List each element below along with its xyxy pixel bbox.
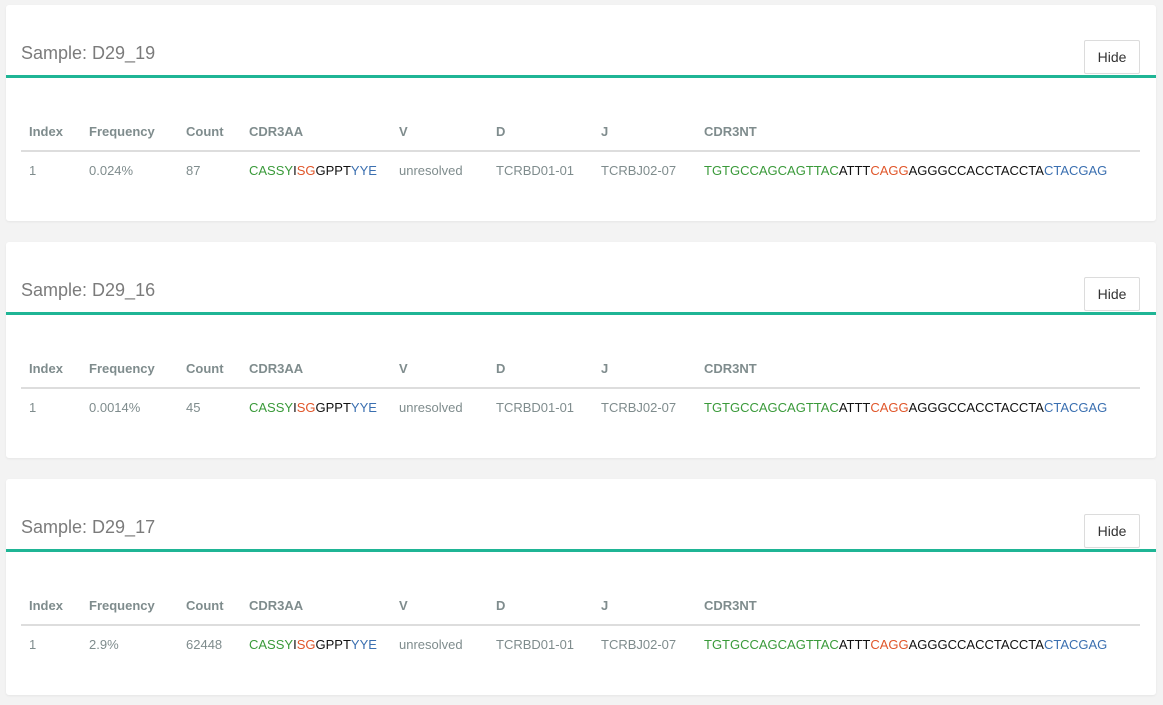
cell-cdr3aa: CASSYISGGPPTYYE bbox=[249, 389, 377, 426]
cell-d: TCRBD01-01 bbox=[496, 400, 575, 415]
sequence-segment-j: CTACGAG bbox=[1043, 163, 1108, 178]
sample-title: Sample: D29_16 bbox=[21, 280, 156, 300]
column-header-cdr3aa[interactable]: CDR3AA bbox=[249, 351, 303, 387]
column-header-frequency[interactable]: Frequency bbox=[89, 351, 155, 387]
column-header-d[interactable]: D bbox=[496, 588, 505, 624]
title-divider bbox=[6, 75, 1156, 78]
table-header-row: Index Frequency Count CDR3AA V D J CDR3N… bbox=[21, 588, 1140, 626]
column-header-d[interactable]: D bbox=[496, 351, 505, 387]
sample-title: Sample: D29_19 bbox=[21, 43, 156, 63]
sequence-segment-d: ATTT bbox=[838, 163, 871, 178]
sequence-segment-v: TGTGCCAGCAGTTAC bbox=[704, 400, 839, 415]
sequence-segment-d: AGGGCCACCTACCTA bbox=[908, 400, 1044, 415]
sequence-segment-d: ATTT bbox=[838, 637, 871, 652]
sequence-segment-j: YYE bbox=[350, 400, 377, 415]
sequence-segment-v: CASSY bbox=[249, 637, 294, 652]
sequence-segment-j: CTACGAG bbox=[1043, 637, 1108, 652]
cell-v: unresolved bbox=[399, 163, 463, 178]
sequence-segment-v: TGTGCCAGCAGTTAC bbox=[704, 637, 839, 652]
table-header-row: Index Frequency Count CDR3AA V D J CDR3N… bbox=[21, 351, 1140, 389]
column-header-frequency[interactable]: Frequency bbox=[89, 588, 155, 624]
column-header-count[interactable]: Count bbox=[186, 351, 224, 387]
cell-index: 1 bbox=[29, 400, 37, 415]
sequence-segment-n: SG bbox=[296, 637, 316, 652]
column-header-v[interactable]: V bbox=[399, 351, 408, 387]
cell-j: TCRBJ02-07 bbox=[601, 163, 677, 178]
sequence-segment-v: CASSY bbox=[249, 400, 294, 415]
cell-count: 62448 bbox=[186, 637, 223, 652]
sequence-segment-j: YYE bbox=[350, 163, 377, 178]
sequence-segment-n: SG bbox=[296, 163, 316, 178]
sequence-segment-n: CAGG bbox=[870, 637, 909, 652]
clonotype-table: Index Frequency Count CDR3AA V D J CDR3N… bbox=[21, 351, 1140, 425]
cell-frequency: 0.024% bbox=[89, 163, 134, 178]
title-divider bbox=[6, 549, 1156, 552]
column-header-index[interactable]: Index bbox=[29, 588, 63, 624]
cell-cdr3nt: TGTGCCAGCAGTTACATTTCAGGAGGGCCACCTACCTACT… bbox=[704, 626, 1107, 663]
cell-count: 87 bbox=[186, 163, 201, 178]
sequence-segment-d: GPPT bbox=[315, 637, 351, 652]
column-header-frequency[interactable]: Frequency bbox=[89, 114, 155, 150]
sequence-segment-v: CASSY bbox=[249, 163, 294, 178]
cell-d: TCRBD01-01 bbox=[496, 637, 575, 652]
sample-title: Sample: D29_17 bbox=[21, 517, 156, 537]
column-header-v[interactable]: V bbox=[399, 588, 408, 624]
sequence-segment-j: YYE bbox=[350, 637, 377, 652]
cell-v: unresolved bbox=[399, 400, 463, 415]
sequence-segment-n: SG bbox=[296, 400, 316, 415]
sequence-segment-d: GPPT bbox=[315, 400, 351, 415]
cell-j: TCRBJ02-07 bbox=[601, 637, 677, 652]
sequence-segment-d: ATTT bbox=[838, 400, 871, 415]
clonotype-table: Index Frequency Count CDR3AA V D J CDR3N… bbox=[21, 114, 1140, 188]
cell-d: TCRBD01-01 bbox=[496, 163, 575, 178]
cell-cdr3aa: CASSYISGGPPTYYE bbox=[249, 626, 377, 663]
column-header-j[interactable]: J bbox=[601, 588, 608, 624]
sequence-segment-n: CAGG bbox=[870, 163, 909, 178]
column-header-cdr3aa[interactable]: CDR3AA bbox=[249, 588, 303, 624]
cell-index: 1 bbox=[29, 637, 37, 652]
column-header-cdr3aa[interactable]: CDR3AA bbox=[249, 114, 303, 150]
column-header-count[interactable]: Count bbox=[186, 588, 224, 624]
table-row: 1 0.0014% 45 CASSYISGGPPTYYE unresolved … bbox=[21, 389, 1140, 425]
column-header-cdr3nt[interactable]: CDR3NT bbox=[704, 114, 757, 150]
cell-frequency: 0.0014% bbox=[89, 400, 141, 415]
clonotype-table: Index Frequency Count CDR3AA V D J CDR3N… bbox=[21, 588, 1140, 662]
title-divider bbox=[6, 312, 1156, 315]
sample-panel: Sample: D29_16 Hide Index Frequency Coun… bbox=[6, 242, 1156, 458]
cell-index: 1 bbox=[29, 163, 37, 178]
sequence-segment-d: AGGGCCACCTACCTA bbox=[908, 163, 1044, 178]
cell-j: TCRBJ02-07 bbox=[601, 400, 677, 415]
column-header-d[interactable]: D bbox=[496, 114, 505, 150]
column-header-count[interactable]: Count bbox=[186, 114, 224, 150]
cell-v: unresolved bbox=[399, 637, 463, 652]
column-header-j[interactable]: J bbox=[601, 351, 608, 387]
cell-cdr3nt: TGTGCCAGCAGTTACATTTCAGGAGGGCCACCTACCTACT… bbox=[704, 152, 1107, 189]
sequence-segment-v: TGTGCCAGCAGTTAC bbox=[704, 163, 839, 178]
table-header-row: Index Frequency Count CDR3AA V D J CDR3N… bbox=[21, 114, 1140, 152]
column-header-j[interactable]: J bbox=[601, 114, 608, 150]
sequence-segment-n: CAGG bbox=[870, 400, 909, 415]
table-row: 1 2.9% 62448 CASSYISGGPPTYYE unresolved … bbox=[21, 626, 1140, 662]
cell-frequency: 2.9% bbox=[89, 637, 119, 652]
sequence-segment-d: GPPT bbox=[315, 163, 351, 178]
sample-panel: Sample: D29_19 Hide Index Frequency Coun… bbox=[6, 5, 1156, 221]
hide-button[interactable]: Hide bbox=[1084, 277, 1140, 311]
sequence-segment-d: AGGGCCACCTACCTA bbox=[908, 637, 1044, 652]
cell-count: 45 bbox=[186, 400, 201, 415]
column-header-index[interactable]: Index bbox=[29, 351, 63, 387]
sequence-segment-j: CTACGAG bbox=[1043, 400, 1108, 415]
cell-cdr3nt: TGTGCCAGCAGTTACATTTCAGGAGGGCCACCTACCTACT… bbox=[704, 389, 1107, 426]
hide-button[interactable]: Hide bbox=[1084, 514, 1140, 548]
column-header-cdr3nt[interactable]: CDR3NT bbox=[704, 588, 757, 624]
hide-button[interactable]: Hide bbox=[1084, 40, 1140, 74]
column-header-v[interactable]: V bbox=[399, 114, 408, 150]
cell-cdr3aa: CASSYISGGPPTYYE bbox=[249, 152, 377, 189]
table-row: 1 0.024% 87 CASSYISGGPPTYYE unresolved T… bbox=[21, 152, 1140, 188]
column-header-cdr3nt[interactable]: CDR3NT bbox=[704, 351, 757, 387]
column-header-index[interactable]: Index bbox=[29, 114, 63, 150]
sample-panel: Sample: D29_17 Hide Index Frequency Coun… bbox=[6, 479, 1156, 695]
